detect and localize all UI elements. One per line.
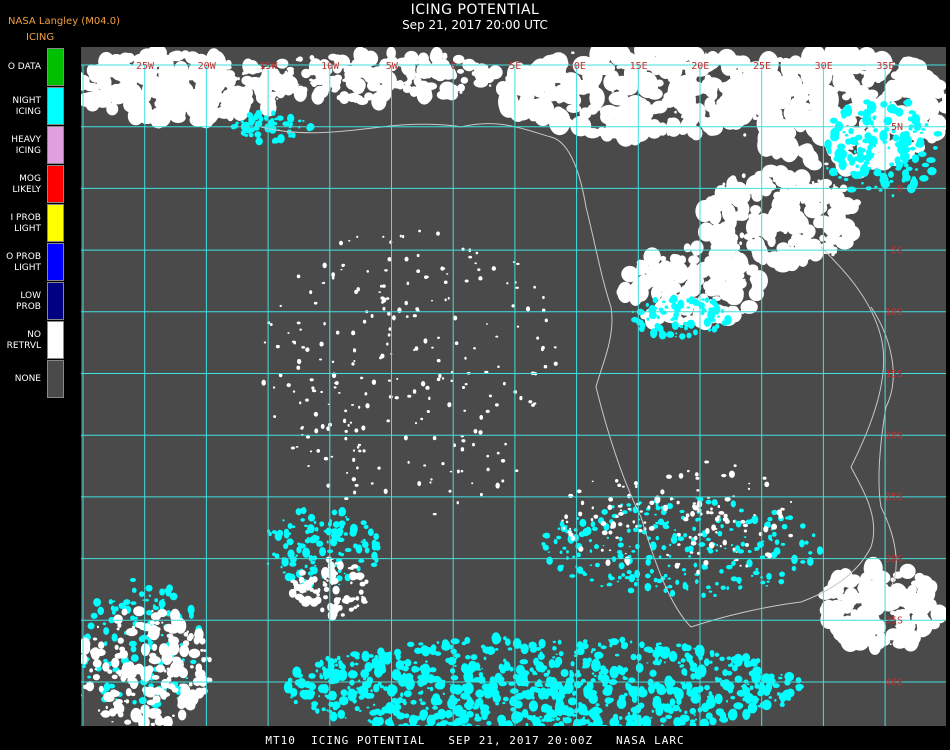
legend-swatch (47, 165, 64, 203)
lon-label: 15E (630, 61, 648, 72)
lon-label: 20E (691, 61, 709, 72)
legend-label: NO RETRVL (6, 329, 41, 351)
lon-label: 0 (450, 61, 456, 72)
lat-label: 5S (891, 245, 903, 256)
cloud-layer (81, 47, 946, 726)
legend-label: O DATA (7, 62, 41, 72)
lat-label: 5N (891, 122, 903, 133)
legend-item: HEAVY ICING (0, 126, 66, 165)
legend-label: I PROB LIGHT (10, 212, 41, 234)
legend-item: O DATA (0, 48, 66, 87)
legend-item: NO RETRVL (0, 321, 66, 360)
legend-swatch (47, 282, 64, 320)
legend-swatch (47, 243, 64, 281)
legend-label: LOW PROB (16, 290, 41, 312)
lat-label: 40S (885, 677, 903, 688)
lat-label: 25S (885, 492, 903, 503)
lon-label: 25E (753, 61, 771, 72)
legend-item: NIGHT ICING (0, 87, 66, 126)
legend-swatch (47, 204, 64, 242)
legend-item: O PROB LIGHT (0, 243, 66, 282)
lon-label: 30E (815, 61, 833, 72)
org-label: NASA Langley (M04.0) (8, 16, 120, 27)
lat-label: 30S (885, 554, 903, 565)
chart-timestamp: Sep 21, 2017 20:00 UTC (402, 18, 548, 32)
legend-label: O PROB LIGHT (6, 251, 41, 273)
legend-swatch (47, 360, 64, 398)
lon-label: 10E (568, 61, 586, 72)
lon-label: 25W (136, 61, 155, 72)
legend-swatch (47, 87, 64, 125)
product-label: ICING (26, 32, 55, 43)
legend-item: NONE (0, 360, 66, 399)
lon-label: 5E (509, 61, 521, 72)
lat-label: 0 (897, 184, 903, 195)
legend-swatch (47, 48, 64, 86)
legend-item: LOW PROB (0, 282, 66, 321)
legend-item: I PROB LIGHT (0, 204, 66, 243)
footer-caption: MT10 ICING POTENTIAL SEP 21, 2017 20:00Z… (265, 734, 685, 747)
lon-label: 5W (386, 61, 399, 72)
lon-label: 35E (876, 61, 894, 72)
icing-map[interactable]: 25W 20W 15W 10W 5W 0 5E 10E 15E 20E 25E 30E 35E 5N 0 5S… (81, 47, 946, 726)
legend-label: NIGHT ICING (12, 95, 41, 117)
lat-label: 10S (885, 307, 903, 318)
chart-title: ICING POTENTIAL (410, 2, 540, 18)
legend-item: MOG LIKELY (0, 165, 66, 204)
legend-swatch (47, 126, 64, 164)
lon-label: 15W (259, 61, 278, 72)
lon-label: 10W (321, 61, 340, 72)
map-canvas: 25W 20W 15W 10W 5W 0 5E 10E 15E 20E 25E 30E 35E 5N 0 5S… (81, 47, 946, 726)
coastline-africa-east (870, 306, 897, 588)
lat-label: 35S (885, 616, 903, 627)
lat-label: 20S (885, 431, 903, 442)
legend-label: HEAVY ICING (11, 134, 41, 156)
legend-swatch (47, 321, 64, 359)
legend-label: NONE (14, 374, 41, 384)
lon-label: 20W (198, 61, 217, 72)
lat-label: 15S (885, 369, 903, 380)
legend-label: MOG LIKELY (12, 173, 41, 195)
